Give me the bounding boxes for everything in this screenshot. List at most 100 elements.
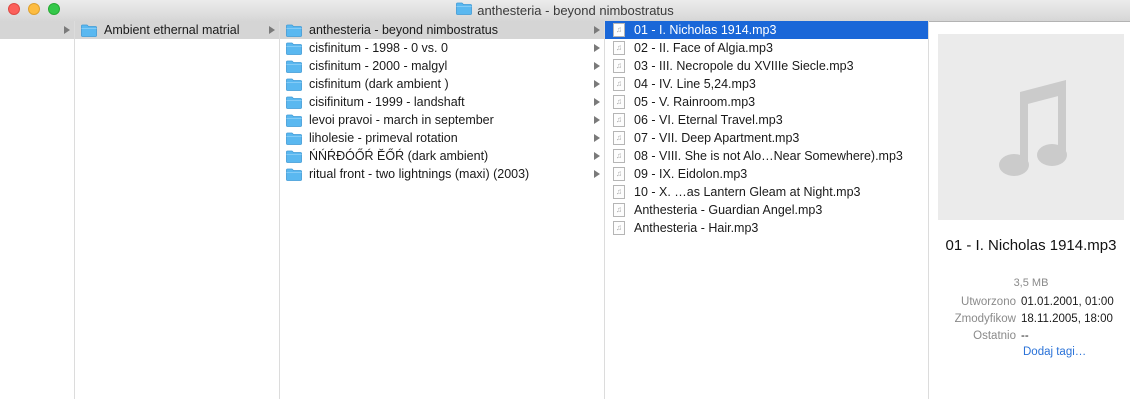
file-item[interactable]: ♫ Anthesteria - Guardian Angel.mp3 (605, 201, 928, 219)
folder-item[interactable]: Ambient ethernal matrial (75, 21, 279, 39)
folder-item[interactable]: ritual front - two lightnings (maxi) (20… (280, 165, 604, 183)
disclosure-arrow-icon (269, 26, 275, 34)
file-item[interactable]: ♫ 10 - X. …as Lantern Gleam at Night.mp3 (605, 183, 928, 201)
folder-label: levoi pravoi - march in september (309, 113, 494, 127)
audio-file-icon: ♫ (611, 23, 627, 37)
preview-size: 3,5 MB (1013, 277, 1049, 289)
folder-label: ŃŃŔĐÓŐŔ ĔŐŔ (dark ambient) (309, 149, 489, 163)
disclosure-arrow-icon (594, 116, 600, 124)
disclosure-arrow-icon (594, 152, 600, 160)
file-label: 06 - VI. Eternal Travel.mp3 (634, 113, 783, 127)
folder-label: cisifinitum - 1999 - landshaft (309, 95, 465, 109)
disclosure-arrow-icon (594, 26, 600, 34)
preview-filename: 01 - I. Nicholas 1914.mp3 (945, 237, 1117, 254)
meta-created-label: Utworzono (961, 296, 1016, 308)
folder-item[interactable]: ŃŃŔĐÓŐŔ ĔŐŔ (dark ambient) (280, 147, 604, 165)
audio-file-icon: ♫ (611, 95, 627, 109)
file-label: 08 - VIII. She is not Alo…Near Somewhere… (634, 149, 903, 163)
column-tracks[interactable]: ♫ 01 - I. Nicholas 1914.mp3 ♫ 02 - II. Face… (605, 21, 929, 399)
disclosure-arrow-icon (594, 134, 600, 142)
file-item[interactable]: ♫ 01 - I. Nicholas 1914.mp3 (605, 21, 928, 39)
folder-item[interactable]: cisfinitum (dark ambient ) (280, 75, 604, 93)
file-label: 09 - IX. Eidolon.mp3 (634, 167, 748, 181)
preview-metadata: Utworzono 01.01.2001, 01:00 Zmodyfikow 1… (938, 294, 1130, 345)
folder-icon (286, 149, 302, 163)
folder-item[interactable]: anthesteria - beyond nimbostratus (280, 21, 604, 39)
file-item[interactable]: ♫ 06 - VI. Eternal Travel.mp3 (605, 111, 928, 129)
audio-file-icon: ♫ (611, 221, 627, 235)
file-label: 01 - I. Nicholas 1914.mp3 (634, 23, 777, 37)
add-tags-link[interactable]: Dodaj tagi… (1023, 346, 1086, 358)
disclosure-arrow-icon (594, 80, 600, 88)
folder-label: cisfinitum - 1998 - 0 vs. 0 (309, 41, 448, 55)
folder-icon (286, 167, 302, 181)
meta-opened-label: Ostatnio (973, 330, 1016, 342)
folder-label: Ambient ethernal matrial (104, 23, 240, 37)
folder-label: anthesteria - beyond nimbostratus (309, 23, 498, 37)
file-item[interactable]: ♫ Anthesteria - Hair.mp3 (605, 219, 928, 237)
folder-icon (286, 131, 302, 145)
audio-file-icon: ♫ (611, 203, 627, 217)
file-label: Anthesteria - Hair.mp3 (634, 221, 759, 235)
file-label: Anthesteria - Guardian Angel.mp3 (634, 203, 823, 217)
column-library[interactable]: Ambient ethernal matrial (75, 21, 280, 399)
folder-icon (286, 113, 302, 127)
file-item[interactable]: ♫ 05 - V. Rainroom.mp3 (605, 93, 928, 111)
disclosure-arrow-icon (594, 98, 600, 106)
meta-created-value: 01.01.2001, 01:00 (1021, 296, 1114, 308)
meta-modified-label: Zmodyfikow (954, 313, 1016, 325)
title-bar: anthesteria - beyond nimbostratus (0, 0, 1130, 22)
disclosure-arrow-icon (64, 26, 70, 34)
folder-icon (286, 23, 302, 37)
folder-label: liholesie - primeval rotation (309, 131, 458, 145)
folder-item[interactable]: levoi pravoi - march in september (280, 111, 604, 129)
file-label: 02 - II. Face of Algia.mp3 (634, 41, 773, 55)
file-item[interactable]: ♫ 07 - VII. Deep Apartment.mp3 (605, 129, 928, 147)
meta-modified: Zmodyfikow 18.11.2005, 18:00 (938, 311, 1130, 328)
folder-icon (286, 41, 302, 55)
file-label: 05 - V. Rainroom.mp3 (634, 95, 756, 109)
file-label: 07 - VII. Deep Apartment.mp3 (634, 131, 800, 145)
root-row[interactable] (0, 21, 74, 39)
audio-file-icon: ♫ (611, 185, 627, 199)
music-note-icon (999, 80, 1067, 176)
file-label: 04 - IV. Line 5,24.mp3 (634, 77, 756, 91)
window-title-text: anthesteria - beyond nimbostratus (477, 2, 674, 18)
folder-item[interactable]: cisfinitum - 1998 - 0 vs. 0 (280, 39, 604, 57)
column-albums[interactable]: anthesteria - beyond nimbostratus cisfini… (280, 21, 605, 399)
file-item[interactable]: ♫ 02 - II. Face of Algia.mp3 (605, 39, 928, 57)
folder-item[interactable]: liholesie - primeval rotation (280, 129, 604, 147)
file-item[interactable]: ♫ 04 - IV. Line 5,24.mp3 (605, 75, 928, 93)
audio-file-icon: ♫ (611, 131, 627, 145)
folder-label: cisfinitum (dark ambient ) (309, 77, 449, 91)
file-label: 03 - III. Necropole du XVIIIe Siecle.mp3 (634, 59, 854, 73)
folder-item[interactable]: cisifinitum - 1999 - landshaft (280, 93, 604, 111)
folder-icon (81, 23, 97, 37)
folder-icon (286, 95, 302, 109)
column-root[interactable] (0, 21, 75, 399)
folder-label: cisfinitum - 2000 - malgyl (309, 59, 448, 73)
window-title: anthesteria - beyond nimbostratus (0, 2, 1130, 18)
preview-artwork (938, 34, 1124, 220)
folder-label: ritual front - two lightnings (maxi) (20… (309, 167, 530, 181)
audio-file-icon: ♫ (611, 113, 627, 127)
audio-file-icon: ♫ (611, 77, 627, 91)
folder-icon (286, 59, 302, 73)
file-item[interactable]: ♫ 08 - VIII. She is not Alo…Near Somewher… (605, 147, 928, 165)
folder-item[interactable]: cisfinitum - 2000 - malgyl (280, 57, 604, 75)
audio-file-icon: ♫ (611, 167, 627, 181)
disclosure-arrow-icon (594, 44, 600, 52)
file-item[interactable]: ♫ 09 - IX. Eidolon.mp3 (605, 165, 928, 183)
file-label: 10 - X. …as Lantern Gleam at Night.mp3 (634, 185, 861, 199)
folder-icon (456, 2, 473, 18)
file-item[interactable]: ♫ 03 - III. Necropole du XVIIIe Siecle.mp… (605, 57, 928, 75)
audio-file-icon: ♫ (611, 149, 627, 163)
meta-opened-value: -- (1021, 330, 1029, 342)
audio-file-icon: ♫ (611, 41, 627, 55)
folder-icon (286, 77, 302, 91)
meta-opened: Ostatnio -- (938, 328, 1130, 345)
disclosure-arrow-icon (594, 170, 600, 178)
disclosure-arrow-icon (594, 62, 600, 70)
meta-created: Utworzono 01.01.2001, 01:00 (938, 294, 1130, 311)
audio-file-icon: ♫ (611, 59, 627, 73)
